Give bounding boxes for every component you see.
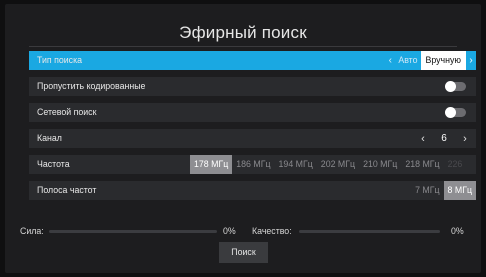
row-frequency[interactable]: Частота 178 МГц 186 МГц 194 МГц 202 МГц … [29, 155, 476, 174]
skip-encrypted-label: Пропустить кодированные [37, 81, 146, 91]
strength-label: Сила: [20, 226, 44, 236]
frequency-options[interactable]: 178 МГц 186 МГц 194 МГц 202 МГц 210 МГц … [190, 155, 476, 174]
title-divider [29, 46, 457, 47]
chevron-left-icon[interactable]: ‹ [385, 51, 395, 70]
row-channel[interactable]: Канал ‹ 6 › [29, 129, 476, 148]
quality-bar [299, 230, 440, 233]
row-bandwidth[interactable]: Полоса частот 7 МГц 8 МГц [29, 181, 476, 200]
frequency-label: Частота [37, 159, 70, 169]
network-search-label: Сетевой поиск [37, 107, 97, 117]
strength-value: 0% [223, 226, 236, 236]
chevron-right-icon[interactable]: › [454, 133, 476, 145]
row-search-type[interactable]: Тип поиска ‹ Авто Вручную › [29, 51, 476, 70]
chevron-left-icon[interactable]: ‹ [412, 133, 434, 145]
bandwidth-label: Полоса частот [37, 185, 97, 195]
option-auto[interactable]: Авто [395, 51, 420, 70]
bandwidth-options[interactable]: 7 МГц 8 МГц [411, 181, 476, 200]
strength-bar [49, 230, 217, 233]
frequency-option[interactable]: 226 [444, 155, 467, 174]
frequency-option[interactable]: 186 МГц [232, 155, 274, 174]
network-search-toggle[interactable] [445, 107, 466, 118]
search-type-label: Тип поиска [37, 55, 83, 65]
search-type-selector[interactable]: ‹ Авто Вручную › [385, 51, 476, 70]
toggle-knob [445, 81, 456, 92]
search-button[interactable]: Поиск [219, 242, 268, 263]
frequency-option[interactable]: 194 МГц [275, 155, 317, 174]
toggle-knob [445, 107, 456, 118]
quality-label: Качество: [252, 226, 292, 236]
bandwidth-option[interactable]: 7 МГц [411, 181, 443, 200]
channel-stepper[interactable]: ‹ 6 › [412, 129, 476, 148]
row-skip-encrypted[interactable]: Пропустить кодированные [29, 77, 476, 96]
bandwidth-option[interactable]: 8 МГц [443, 181, 476, 200]
row-network-search[interactable]: Сетевой поиск [29, 103, 476, 122]
frequency-option[interactable]: 210 МГц [359, 155, 401, 174]
page-title: Эфирный поиск [179, 23, 307, 42]
signal-meters: Сила: 0% Качество: 0% [20, 226, 466, 236]
option-manual[interactable]: Вручную [420, 51, 466, 70]
quality-value: 0% [451, 226, 464, 236]
channel-label: Канал [37, 133, 62, 143]
frequency-option[interactable]: 202 МГц [317, 155, 359, 174]
frequency-option[interactable]: 178 МГц [190, 155, 233, 174]
chevron-right-icon[interactable]: › [466, 51, 476, 70]
channel-value: 6 [441, 133, 447, 144]
skip-encrypted-toggle[interactable] [445, 81, 466, 92]
frequency-option[interactable]: 218 МГц [401, 155, 443, 174]
